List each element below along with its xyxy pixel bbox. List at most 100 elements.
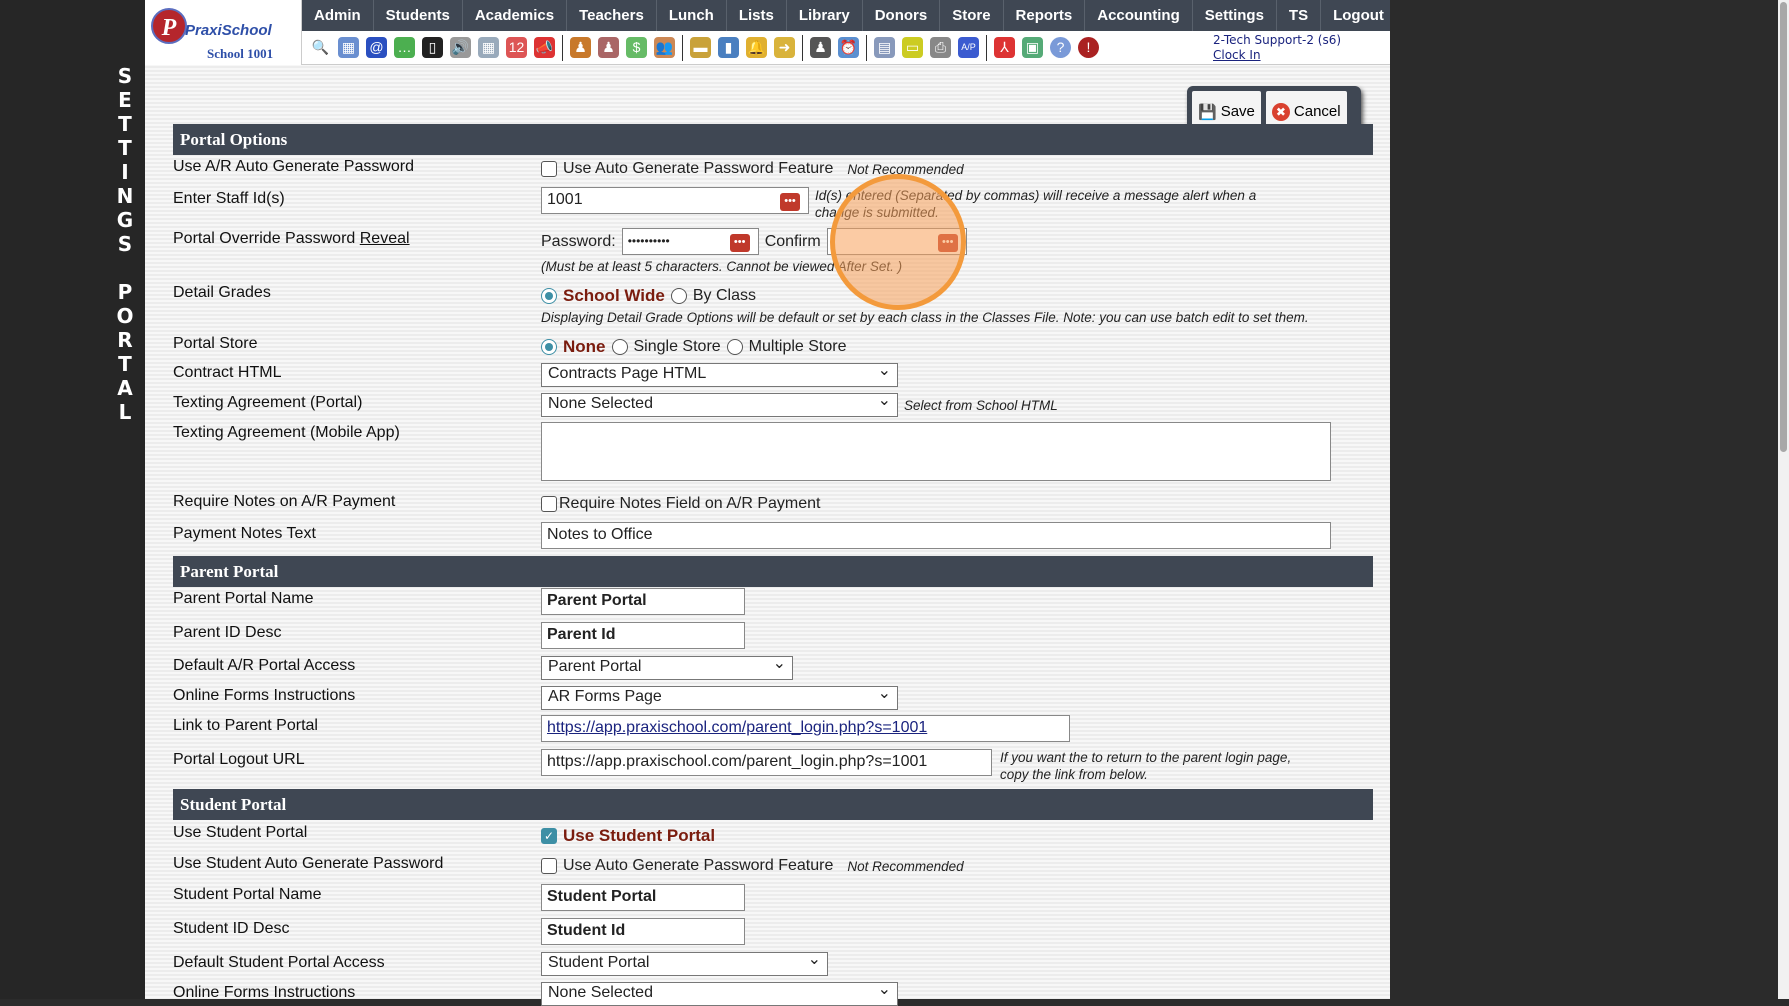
label: Payment Notes Text xyxy=(173,525,316,542)
mobile-phone-icon[interactable]: ▯ xyxy=(422,37,443,58)
require-notes-checkbox[interactable] xyxy=(541,496,557,512)
student-auto-pw-checkbox[interactable] xyxy=(541,858,557,874)
vertical-letter: T xyxy=(118,112,132,136)
single-store-radio[interactable] xyxy=(611,339,628,355)
email-at-icon[interactable]: @ xyxy=(366,37,387,58)
bell-icon[interactable]: 🔔 xyxy=(746,37,767,58)
logout-url-input[interactable]: https://app.praxischool.com/parent_login… xyxy=(541,749,992,776)
contract-html-select[interactable]: Contracts Page HTML xyxy=(541,360,898,387)
nav-settings[interactable]: Settings xyxy=(1193,0,1277,31)
nav-store[interactable]: Store xyxy=(940,0,1004,31)
label: Texting Agreement (Mobile App) xyxy=(173,424,400,441)
vertical-page-title: SETTINGSPORTAL xyxy=(112,64,138,424)
parents-icon[interactable]: 👥 xyxy=(654,37,675,58)
praxischool-logo[interactable]: P PraxiSchool School 1001 xyxy=(145,0,302,65)
keyboard-icon[interactable]: ••• xyxy=(937,234,958,252)
confirm-password-input[interactable]: ••• xyxy=(826,228,967,255)
student-portal-name-input[interactable]: Student Portal xyxy=(541,884,745,911)
vertical-letter: E xyxy=(118,88,132,112)
money-icon[interactable]: $ xyxy=(626,37,647,58)
clock-in-link[interactable]: Clock In xyxy=(1213,48,1261,62)
nav-academics[interactable]: Academics xyxy=(463,0,568,31)
reveal-link[interactable]: Reveal xyxy=(360,230,410,247)
nav-library[interactable]: Library xyxy=(787,0,863,31)
keyboard-icon[interactable]: ••• xyxy=(729,234,750,252)
ap-icon[interactable]: A/P xyxy=(958,37,979,58)
add-student-icon[interactable]: ♟ xyxy=(570,37,591,58)
parent-forms-select[interactable]: AR Forms Page xyxy=(541,683,898,710)
calendar-date-icon[interactable]: 12 xyxy=(506,37,527,58)
nav-admin[interactable]: Admin xyxy=(302,0,374,31)
label: Parent Portal Name xyxy=(173,590,314,607)
use-student-portal-checkbox[interactable]: ✓ xyxy=(541,828,557,844)
parent-id-desc-input[interactable]: Parent Id xyxy=(541,622,745,649)
nav-donors[interactable]: Donors xyxy=(863,0,941,31)
search-icon[interactable]: 🔍 xyxy=(310,37,331,58)
nav-ts[interactable]: TS xyxy=(1277,0,1322,31)
student-icon[interactable]: ♟ xyxy=(598,37,619,58)
password-input[interactable]: •••••••••• ••• xyxy=(621,228,759,255)
scrollbar-thumb[interactable] xyxy=(1780,2,1787,452)
nav-lunch[interactable]: Lunch xyxy=(657,0,727,31)
nav-teachers[interactable]: Teachers xyxy=(567,0,657,31)
vertical-letter: P xyxy=(117,280,133,304)
password-note: (Must be at least 5 characters. Cannot b… xyxy=(541,259,903,274)
nav-lists[interactable]: Lists xyxy=(727,0,787,31)
texting-portal-select[interactable]: None Selected xyxy=(541,390,898,417)
pdf-icon[interactable]: ⅄ xyxy=(994,37,1015,58)
vertical-letter: L xyxy=(118,400,132,424)
vertical-letter: I xyxy=(121,160,129,184)
label: Student ID Desc xyxy=(173,920,290,937)
note: Not Recommended xyxy=(847,161,964,177)
vertical-letter: S xyxy=(117,64,133,88)
label: Detail Grades xyxy=(173,284,271,301)
note-arrow-icon[interactable]: ➜ xyxy=(774,37,795,58)
by-class-radio[interactable] xyxy=(670,288,687,304)
keyboard-icon[interactable]: ••• xyxy=(780,193,800,211)
logout-note: If you want the to return to the parent … xyxy=(1000,750,1292,782)
parent-access-select[interactable]: Parent Portal xyxy=(541,653,793,680)
main-nav: Admin Students Academics Teachers Lunch Lists… xyxy=(302,0,1397,31)
auto-pw-checkbox[interactable] xyxy=(541,161,557,177)
staff-icon[interactable]: ♟ xyxy=(810,37,831,58)
power-icon[interactable]: ! xyxy=(1078,37,1099,58)
multiple-store-radio[interactable] xyxy=(726,339,743,355)
parent-portal-link[interactable]: https://app.praxischool.com/parent_login… xyxy=(541,715,1070,742)
payment-notes-input[interactable]: Notes to Office xyxy=(541,522,1331,549)
vertical-letter: S xyxy=(117,232,133,256)
right-margin xyxy=(1390,0,1789,999)
label: Use Student Portal xyxy=(173,824,308,841)
table-icon[interactable]: ▤ xyxy=(874,37,895,58)
school-wide-radio[interactable] xyxy=(541,288,557,304)
student-forms-select[interactable]: None Selected xyxy=(541,979,898,1006)
toolbar-separator xyxy=(802,34,803,61)
nav-logout[interactable]: Logout xyxy=(1321,0,1397,31)
megaphone-icon[interactable]: 📣 xyxy=(534,37,555,58)
chat-icon[interactable]: … xyxy=(394,37,415,58)
calendar-grid-icon[interactable]: ▦ xyxy=(338,37,359,58)
section-portal-options: Portal Options xyxy=(173,124,1373,155)
scrollbar[interactable] xyxy=(1778,0,1789,999)
speaker-icon[interactable]: 🔊 xyxy=(450,37,471,58)
printer-icon[interactable]: ⎙ xyxy=(930,37,951,58)
cash-register-icon[interactable]: ▣ xyxy=(1022,37,1043,58)
book-icon[interactable]: ▮ xyxy=(718,37,739,58)
nav-reports[interactable]: Reports xyxy=(1004,0,1086,31)
texting-app-textarea[interactable] xyxy=(541,422,1331,481)
vertical-letter: G xyxy=(116,208,134,232)
label: Online Forms Instructions xyxy=(173,687,356,704)
student-id-desc-input[interactable]: Student Id xyxy=(541,918,745,945)
nav-accounting[interactable]: Accounting xyxy=(1085,0,1193,31)
student-access-select[interactable]: Student Portal xyxy=(541,949,828,976)
staff-ids-input[interactable]: 1001 ••• xyxy=(541,187,809,214)
lunch-icon[interactable]: ▬ xyxy=(690,37,711,58)
nav-students[interactable]: Students xyxy=(374,0,463,31)
help-icon[interactable]: ? xyxy=(1050,37,1071,58)
label: Use A/R Auto Generate Password xyxy=(173,158,415,175)
card-icon[interactable]: ▭ xyxy=(902,37,923,58)
note: Select from School HTML xyxy=(904,397,1058,413)
calendar-icon[interactable]: ▦ xyxy=(478,37,499,58)
parent-portal-name-input[interactable]: Parent Portal xyxy=(541,588,745,615)
store-none-radio[interactable] xyxy=(541,339,557,355)
alarm-clock-icon[interactable]: ⏰ xyxy=(838,37,859,58)
